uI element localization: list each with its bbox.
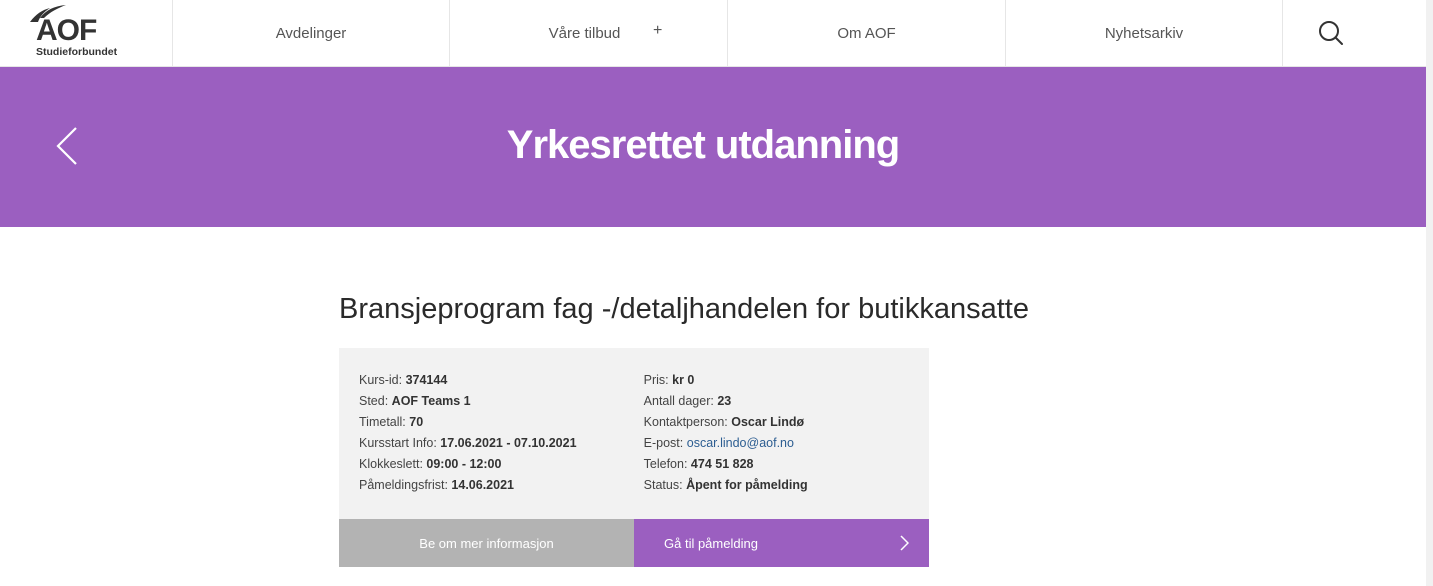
aof-logo[interactable]: AOF Studieforbundet bbox=[0, 0, 173, 66]
info-row-status: Status: Åpent for påmelding bbox=[643, 478, 808, 492]
info-row-pris: Pris: kr 0 bbox=[643, 373, 695, 387]
info-row-telefon: Telefon: 474 51 828 bbox=[643, 457, 754, 471]
info-row-pameldingsfrist: Påmeldingsfrist: 14.06.2021 bbox=[359, 478, 514, 492]
info-row-timetall: Timetall: 70 bbox=[359, 415, 424, 429]
email-link[interactable]: oscar.lindo@aof.no bbox=[687, 436, 794, 450]
plus-icon[interactable]: + bbox=[653, 22, 662, 40]
nav-item-nyhetsarkiv[interactable]: Nyhetsarkiv bbox=[1006, 0, 1283, 66]
nav-item-vare-tilbud[interactable]: Våre tilbud + bbox=[450, 0, 728, 66]
course-info-box: Kurs-id: 374144 Sted: AOF Teams 1 Timeta… bbox=[339, 348, 929, 519]
chevron-right-icon bbox=[900, 535, 909, 551]
info-row-kursstart: Kursstart Info: 17.06.2021 - 07.10.2021 bbox=[359, 436, 577, 450]
top-navigation: AOF Studieforbundet Avdelinger Våre tilb… bbox=[0, 0, 1426, 67]
nav-item-label: Våre tilbud bbox=[548, 24, 621, 42]
nav-item-label: Om AOF bbox=[837, 24, 896, 42]
course-info-left: Kurs-id: 374144 Sted: AOF Teams 1 Timeta… bbox=[359, 370, 644, 519]
info-row-antall-dager: Antall dager: 23 bbox=[643, 394, 732, 408]
logo-wordmark: AOF bbox=[36, 14, 97, 47]
page-title: Yrkesrettet utdanning bbox=[506, 122, 900, 167]
logo-subtitle: Studieforbundet bbox=[36, 46, 118, 58]
signup-button[interactable]: Gå til påmelding bbox=[634, 519, 929, 567]
search-button[interactable] bbox=[1283, 0, 1426, 66]
nav-item-label: Nyhetsarkiv bbox=[1104, 24, 1184, 42]
info-row-kurs-id: Kurs-id: 374144 bbox=[359, 373, 448, 387]
nav-item-label: Avdelinger bbox=[275, 24, 347, 42]
course-info-right: Pris: kr 0 Antall dager: 23 Kontaktperso… bbox=[644, 370, 909, 519]
search-icon bbox=[1319, 21, 1343, 45]
info-row-sted: Sted: AOF Teams 1 bbox=[359, 394, 471, 408]
course-title: Bransjeprogram fag -/detaljhandelen for … bbox=[339, 293, 1029, 325]
nav-item-om-aof[interactable]: Om AOF bbox=[728, 0, 1006, 66]
page-banner: Yrkesrettet utdanning bbox=[0, 67, 1426, 227]
request-info-button[interactable]: Be om mer informasjon bbox=[339, 519, 634, 567]
nav-item-avdelinger[interactable]: Avdelinger bbox=[173, 0, 450, 66]
request-info-label: Be om mer informasjon bbox=[419, 535, 554, 551]
info-row-kontaktperson: Kontaktperson: Oscar Lindø bbox=[643, 415, 805, 429]
scrollbar-track[interactable] bbox=[1426, 0, 1433, 586]
info-row-epost: E-post: oscar.lindo@aof.no bbox=[643, 436, 794, 450]
signup-label: Gå til påmelding bbox=[664, 535, 758, 551]
info-row-klokkeslett: Klokkeslett: 09:00 - 12:00 bbox=[359, 457, 502, 471]
